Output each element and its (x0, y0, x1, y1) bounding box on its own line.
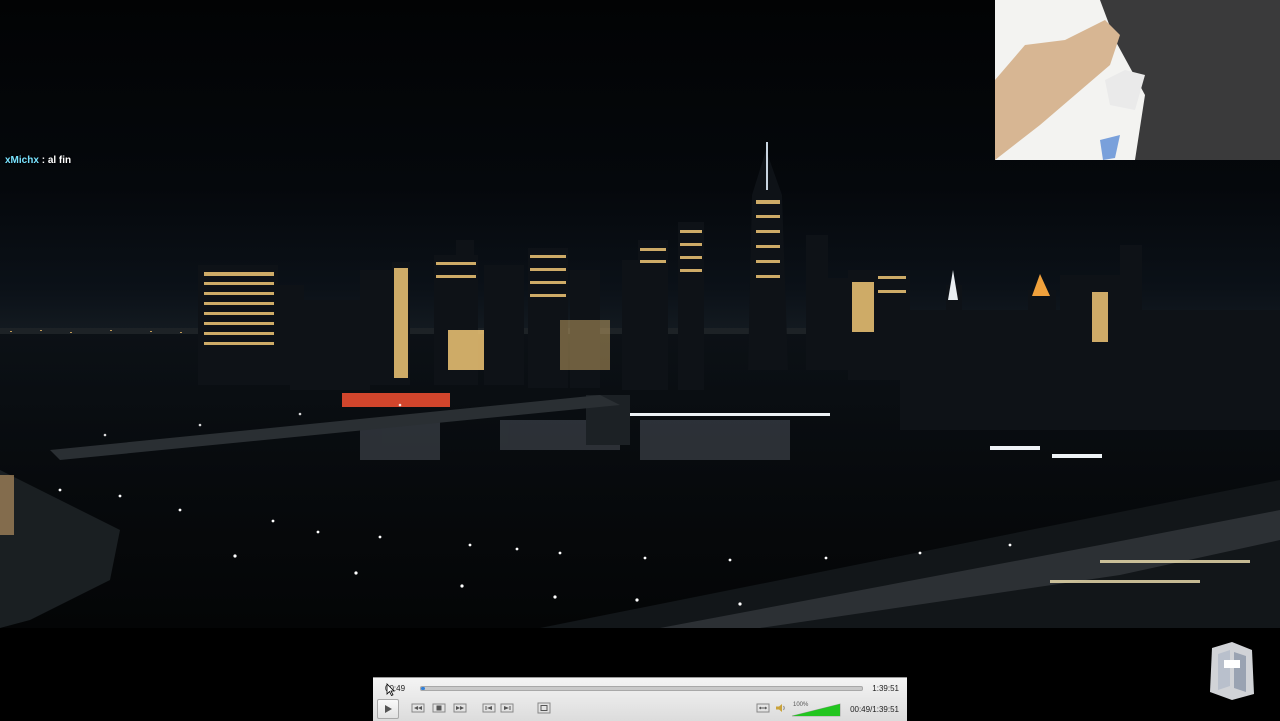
media-player-bar: 00:49 1:39:51 100% 00:49/1:39:51 (373, 677, 907, 721)
webcam-overlay (995, 0, 1280, 160)
fullscreen-icon (537, 702, 551, 714)
skip-back-icon (411, 703, 425, 713)
skip-forward-button[interactable] (451, 700, 469, 716)
chat-text: al fin (47, 155, 72, 166)
play-icon (385, 705, 392, 713)
total-duration: 1:39:51 (872, 684, 899, 693)
webcam-feed (995, 0, 1280, 160)
previous-button[interactable] (480, 700, 498, 716)
seek-progress (421, 687, 426, 690)
skip-back-button[interactable] (409, 700, 427, 716)
volume-slider[interactable] (791, 703, 841, 717)
fullscreen-button[interactable] (535, 700, 553, 716)
mouse-cursor-icon (386, 683, 395, 696)
seek-bar[interactable] (420, 686, 863, 691)
play-button[interactable] (377, 699, 399, 719)
skip-forward-icon (453, 703, 467, 713)
next-icon (500, 703, 514, 713)
previous-icon (482, 703, 496, 713)
chat-message: xMichx : al fin (5, 155, 71, 166)
stop-icon (432, 703, 446, 713)
elapsed-over-total: 00:49/1:39:51 (850, 705, 899, 714)
aspect-ratio-button[interactable] (754, 700, 772, 716)
stream-stage: xMichx : al fin 00:49 1:39:51 100% 00:49… (0, 0, 1280, 721)
speaker-icon (776, 704, 785, 712)
stop-button[interactable] (430, 700, 448, 716)
speaker-button[interactable] (774, 700, 788, 716)
next-button[interactable] (498, 700, 516, 716)
channel-logo-icon (1210, 642, 1254, 700)
aspect-ratio-icon (756, 703, 770, 713)
chat-username: xMichx (5, 155, 39, 166)
chat-separator: : (41, 155, 46, 166)
